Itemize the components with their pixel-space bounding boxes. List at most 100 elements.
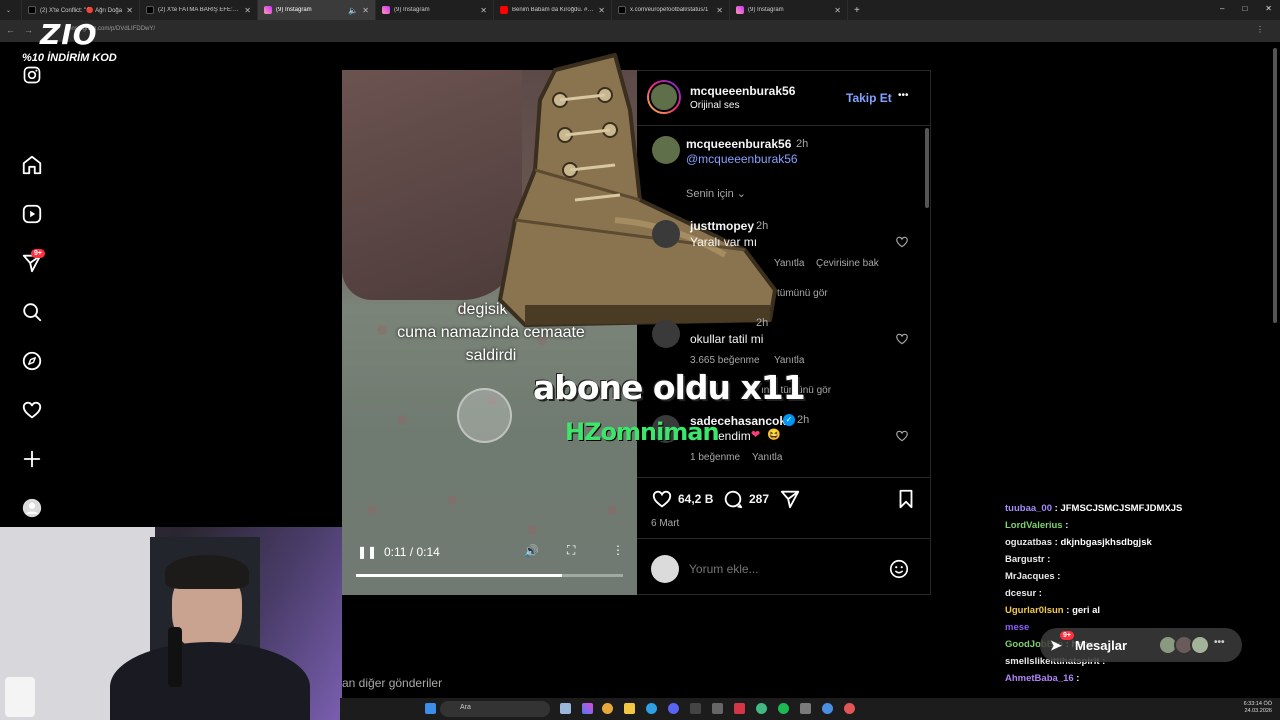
- reply-button[interactable]: Yanıtla: [774, 258, 804, 269]
- author-avatar[interactable]: [647, 80, 681, 114]
- comment-input[interactable]: [689, 560, 879, 578]
- author-name[interactable]: mcqueeenburak56: [690, 84, 795, 98]
- share-icon[interactable]: [779, 488, 801, 510]
- close-icon[interactable]: ✕: [126, 6, 133, 15]
- comment-likes[interactable]: 1 beğenme: [690, 452, 740, 463]
- emoji-icon[interactable]: [888, 558, 910, 580]
- tab-menu-icon[interactable]: ⌄: [6, 7, 11, 14]
- browser-tab[interactable]: ⌄: [0, 0, 22, 20]
- more-posts-label[interactable]: an diğer gönderiler: [342, 676, 442, 690]
- close-icon[interactable]: ✕: [834, 6, 841, 15]
- app-icon[interactable]: [734, 703, 745, 714]
- ccleaner-icon[interactable]: [646, 703, 657, 714]
- windows-start-icon[interactable]: [425, 703, 436, 714]
- search-icon[interactable]: [20, 300, 44, 324]
- caption-mention[interactable]: @mcqueeenburak56: [686, 152, 798, 166]
- messages-bar[interactable]: ➤ 9+ Mesajlar •••: [1040, 628, 1242, 662]
- chat-username: Bargustr: [1005, 554, 1045, 565]
- page-scrollbar[interactable]: [1273, 48, 1277, 323]
- browser-tab[interactable]: (9) Instagram 🔈 ✕: [258, 0, 376, 20]
- comment-time: 2h: [756, 317, 769, 329]
- back-icon[interactable]: ←: [6, 25, 15, 35]
- like-icon[interactable]: [651, 488, 673, 510]
- streamer-hoodie: [110, 642, 310, 720]
- comments-scrollbar[interactable]: [925, 128, 929, 208]
- taskbar-clock[interactable]: 6:33:14 ÖÖ 24.03.2026: [1244, 701, 1272, 715]
- close-icon[interactable]: ✕: [480, 6, 487, 15]
- laughing-emoji-icon: 😆: [767, 429, 781, 441]
- profile-icon[interactable]: [20, 496, 44, 520]
- comment-likes[interactable]: 3.665 beğenme: [690, 355, 760, 366]
- reply-button[interactable]: Yanıtla: [752, 452, 782, 463]
- app-icon[interactable]: [844, 703, 855, 714]
- follow-button[interactable]: Takip Et: [846, 91, 892, 105]
- x-logo-icon: [146, 6, 154, 14]
- caption-avatar[interactable]: [652, 136, 680, 164]
- tissue-roll: [5, 677, 35, 717]
- translate-button[interactable]: Çevirisine bak: [816, 258, 879, 269]
- more-options-icon[interactable]: •••: [898, 90, 909, 101]
- save-icon[interactable]: [895, 488, 917, 510]
- close-icon[interactable]: ✕: [362, 6, 369, 15]
- app-icon[interactable]: [712, 703, 723, 714]
- comment-avatar[interactable]: [652, 220, 680, 248]
- close-icon[interactable]: ✕: [716, 6, 723, 15]
- comment-username[interactable]: justtmopey: [690, 219, 754, 233]
- comment-like-icon[interactable]: [895, 332, 909, 346]
- instagram-logo-icon[interactable]: [20, 63, 44, 87]
- fullscreen-icon[interactable]: ⛶: [567, 543, 575, 558]
- new-tab-button[interactable]: +: [848, 0, 870, 20]
- spotify-icon[interactable]: [778, 703, 789, 714]
- chat-message: oguzatbas : dkjnbgasjkhsdbgjsk: [1005, 537, 1152, 548]
- heart-icon[interactable]: [20, 398, 44, 422]
- audio-label[interactable]: Orijinal ses: [690, 100, 739, 111]
- app-icon[interactable]: [800, 703, 811, 714]
- create-icon[interactable]: [20, 447, 44, 471]
- stream-chat: tuubaa_00 : JFMSCJSMCJSMFJDMXJS LordVale…: [1005, 500, 1280, 705]
- browser-tab[interactable]: x.com/europefootball/status/1 ✕: [612, 0, 730, 20]
- close-window-icon[interactable]: ✕: [1265, 4, 1272, 13]
- volume-icon[interactable]: 🔊: [524, 544, 539, 558]
- instagram-icon: [382, 6, 390, 14]
- browser-tab[interactable]: (2) X'te FATMA BARIŞ EFE: "Kur ✕: [140, 0, 258, 20]
- browser-menu-icon[interactable]: ⋮: [1256, 25, 1264, 34]
- comment-like-icon[interactable]: [895, 235, 909, 249]
- close-icon[interactable]: ✕: [598, 6, 605, 15]
- like-count[interactable]: 64,2 B: [678, 492, 713, 506]
- browser-tab[interactable]: (9) Instagram ✕: [730, 0, 848, 20]
- comment-like-icon[interactable]: [895, 429, 909, 443]
- chrome-icon[interactable]: [602, 703, 613, 714]
- taskbar-search[interactable]: Ara: [440, 701, 550, 717]
- task-view-icon[interactable]: [560, 703, 571, 714]
- video-more-icon[interactable]: ⋮: [612, 543, 624, 557]
- video-progress-bar[interactable]: [356, 574, 623, 577]
- sort-dropdown[interactable]: Senin için ⌄: [686, 187, 746, 200]
- browser-tab[interactable]: (9) Instagram ✕: [376, 0, 494, 20]
- caption-username[interactable]: mcqueeenburak56: [686, 137, 791, 151]
- maximize-icon[interactable]: □: [1242, 4, 1247, 13]
- comment-count[interactable]: 287: [749, 492, 769, 506]
- pause-icon[interactable]: ❚❚: [357, 545, 377, 559]
- comment-avatar[interactable]: [652, 320, 680, 348]
- close-icon[interactable]: ✕: [244, 6, 251, 15]
- chat-message: tuubaa_00 : JFMSCJSMCJSMFJDMXJS: [1005, 503, 1183, 514]
- minimize-icon[interactable]: –: [1220, 4, 1224, 13]
- view-replies-button[interactable]: tümünü gör: [777, 288, 828, 299]
- browser-tab[interactable]: Benim Babam da Kıroğdu. #ece ✕: [494, 0, 612, 20]
- browser-tab[interactable]: (2) X'te Conflict: "🔴 Ağrı Doğa ✕: [22, 0, 140, 20]
- home-icon[interactable]: [20, 153, 44, 177]
- speaker-icon[interactable]: 🔈: [348, 6, 358, 15]
- touch-indicator: [457, 388, 512, 443]
- app-icon[interactable]: [822, 703, 833, 714]
- reels-icon[interactable]: [20, 202, 44, 226]
- discord-icon[interactable]: [668, 703, 679, 714]
- comment-icon[interactable]: [722, 488, 744, 510]
- explore-icon[interactable]: [20, 349, 44, 373]
- file-explorer-icon[interactable]: [624, 703, 635, 714]
- copilot-icon[interactable]: [582, 703, 593, 714]
- comment-text: okullar tatil mi: [690, 332, 764, 346]
- chat-username: oguzatbas: [1005, 537, 1052, 548]
- app-icon[interactable]: [690, 703, 701, 714]
- reply-button[interactable]: Yanıtla: [774, 355, 804, 366]
- app-icon[interactable]: [756, 703, 767, 714]
